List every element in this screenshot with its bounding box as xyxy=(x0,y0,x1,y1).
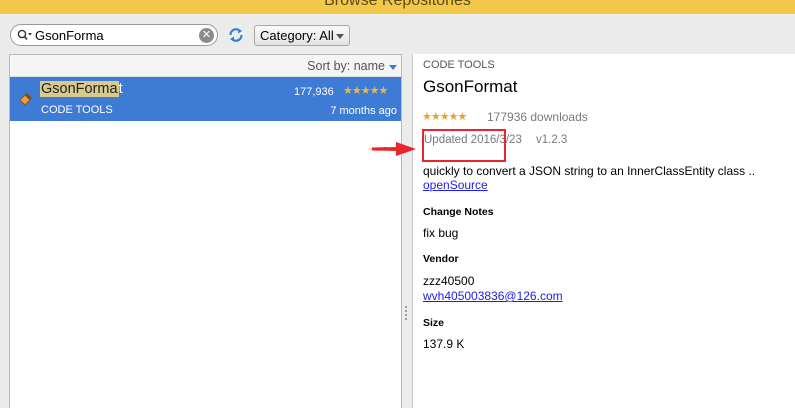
plugin-category: CODE TOOLS xyxy=(41,104,113,116)
change-notes-heading: Change Notes xyxy=(423,206,494,218)
sort-dropdown[interactable]: Sort by: name xyxy=(307,59,385,73)
splitter-handle[interactable] xyxy=(404,306,408,320)
clear-search-icon[interactable]: ✕ xyxy=(199,28,214,43)
category-dropdown[interactable]: Category: All xyxy=(254,25,350,46)
plugin-details-pane: CODE TOOLS GsonFormat ★★★★★ 177936 downl… xyxy=(412,54,795,408)
details-version: v1.2.3 xyxy=(536,134,568,146)
size-heading: Size xyxy=(423,317,445,329)
sort-chevron-icon[interactable] xyxy=(389,65,397,70)
change-notes-text: fix bug xyxy=(423,226,459,240)
plugin-list-item[interactable]: GsonFormat CODE TOOLS 177,936 ★★★★★ 7 mo… xyxy=(10,77,401,121)
open-source-link[interactable]: openSource xyxy=(423,178,488,192)
title-bar: Browse Repositories xyxy=(0,0,795,14)
search-input[interactable] xyxy=(35,26,195,44)
details-plugin-name: GsonFormat xyxy=(423,77,518,96)
annotation-arrow-icon xyxy=(368,142,416,156)
sort-bar: Sort by: name xyxy=(10,55,401,77)
category-dropdown-label: Category: All xyxy=(260,28,334,43)
plugin-rating-stars: ★★★★★ xyxy=(343,85,388,97)
vendor-name: zzz40500 xyxy=(423,274,475,288)
plugin-icon xyxy=(19,93,32,106)
toolbar: ✕ Category: All xyxy=(0,14,795,54)
details-category: CODE TOOLS xyxy=(423,59,495,71)
plugin-name-rest: t xyxy=(118,81,123,97)
plugin-updated-ago: 7 months ago xyxy=(330,105,397,117)
search-icon[interactable] xyxy=(17,29,33,42)
vendor-heading: Vendor xyxy=(423,253,459,265)
plugin-downloads: 177,936 xyxy=(294,86,334,98)
vendor-email-link[interactable]: wvh405003836@126.com xyxy=(423,289,563,303)
window-title: Browse Repositories xyxy=(324,0,471,9)
details-description: quickly to convert a JSON string to an I… xyxy=(423,164,756,178)
chevron-down-icon xyxy=(336,34,344,39)
details-downloads: 177936 downloads xyxy=(487,110,588,124)
plugin-name: GsonFormat xyxy=(40,81,123,97)
plugin-list-pane: Sort by: name GsonFormat CODE TOOLS 177,… xyxy=(9,54,402,408)
refresh-icon[interactable] xyxy=(227,26,245,44)
details-rating-stars: ★★★★★ xyxy=(422,111,467,123)
annotation-highlight-box xyxy=(422,129,506,162)
search-box[interactable]: ✕ xyxy=(10,24,218,46)
plugin-name-match: GsonForma xyxy=(40,81,119,97)
size-value: 137.9 K xyxy=(423,337,465,351)
